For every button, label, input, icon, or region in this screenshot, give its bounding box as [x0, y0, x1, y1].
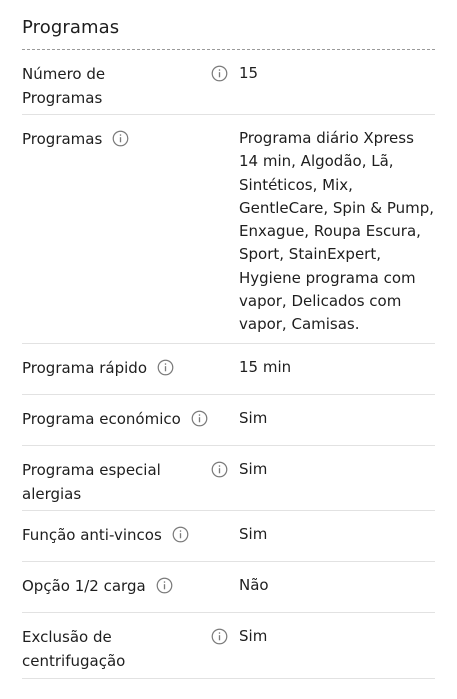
spec-label-wrap: Programas [22, 127, 239, 332]
info-icon[interactable] [156, 577, 173, 594]
spec-row-quick-program: Programa rápido 15 min [22, 344, 435, 395]
spec-label-wrap: Programa rápido [22, 356, 239, 383]
info-icon[interactable] [172, 526, 189, 543]
spec-value: Sim [239, 409, 268, 427]
spec-value: Sim [239, 525, 268, 543]
spec-label: Número de Programas [22, 65, 106, 107]
spec-value: Não [239, 576, 269, 594]
info-icon[interactable] [211, 65, 228, 82]
spec-value: 15 min [239, 358, 292, 376]
spec-label: Exclusão de centrifugação [22, 628, 126, 670]
spec-label-wrap: Exclusão de centrifugação [22, 625, 239, 670]
spec-row-half-load: Opção 1/2 carga Não [22, 562, 435, 613]
spec-value: 15 [239, 64, 259, 82]
spec-label: Função anti-vincos [22, 526, 162, 544]
spec-value: Programa diário Xpress 14 min, Algodão, … [239, 129, 435, 334]
spec-label: Programa económico [22, 410, 181, 428]
spec-label: Opção 1/2 carga [22, 577, 146, 595]
spec-label-wrap: Função anti-vincos [22, 523, 239, 550]
spec-row-spin-exclusion: Exclusão de centrifugação Sim [22, 613, 435, 679]
info-icon[interactable] [211, 628, 228, 645]
spec-label-wrap: Programa especial alergias [22, 458, 239, 503]
spec-label: Programa rápido [22, 359, 147, 377]
spec-row-anti-crease: Função anti-vincos Sim [22, 511, 435, 562]
spec-label: Programas [22, 130, 103, 148]
spec-row-number-of-programs: Número de Programas 15 [22, 50, 435, 115]
spec-label-wrap: Opção 1/2 carga [22, 574, 239, 601]
spec-value: Sim [239, 460, 268, 478]
info-icon[interactable] [112, 130, 129, 147]
info-icon[interactable] [191, 410, 208, 427]
spec-value: Sim [239, 627, 268, 645]
programs-spec-section: Programas Número de Programas 15 Program… [0, 0, 457, 699]
info-icon[interactable] [157, 359, 174, 376]
spec-row-eco-program: Programa económico Sim [22, 395, 435, 446]
spec-row-programs: Programas Programa diário Xpress 14 min,… [22, 115, 435, 344]
spec-label-wrap: Número de Programas [22, 62, 239, 107]
info-icon[interactable] [211, 461, 228, 478]
spec-label: Programa especial alergias [22, 461, 161, 503]
spec-label-wrap: Programa económico [22, 407, 239, 434]
section-title: Programas [22, 0, 435, 50]
spec-row-allergy-program: Programa especial alergias Sim [22, 446, 435, 511]
